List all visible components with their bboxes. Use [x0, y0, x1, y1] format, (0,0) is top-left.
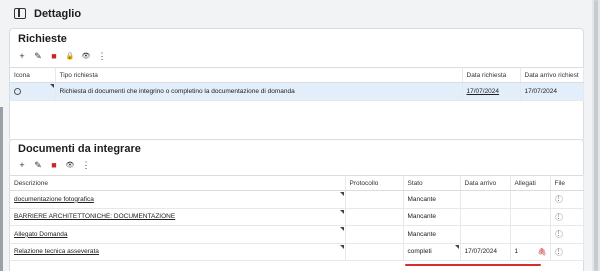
more-vert-icon[interactable]: ⋮ [554, 247, 563, 256]
highlight-underline [405, 264, 541, 266]
more-vert-icon[interactable]: ⋮ [554, 212, 563, 221]
stato-cell[interactable]: completi [403, 243, 461, 261]
side-panel-icon[interactable] [14, 8, 26, 19]
richieste-panel: Richieste + ✎ ■ 🔒 👁 ⋮ Icona Tipo richies… [9, 28, 584, 142]
plus-icon[interactable]: + [16, 50, 28, 62]
more-vert-icon[interactable]: ⋮ [554, 230, 563, 239]
descrizione-cell[interactable]: BARRIERE ARCHITETTONICHE: DOCUMENTAZIONE [10, 208, 346, 226]
col-tipo-richiesta[interactable]: Tipo richiesta [55, 67, 463, 83]
pencil-icon[interactable]: ✎ [32, 50, 44, 62]
paperclip-icon[interactable]: 🖇 [538, 248, 547, 256]
data-arrivo-cell[interactable] [460, 190, 511, 209]
trash-icon[interactable]: ■ [48, 159, 60, 171]
col-data-richiesta[interactable]: Data richiesta [462, 67, 521, 83]
col-data-arrivo[interactable]: Data arrivo [460, 175, 511, 191]
more-vert-icon[interactable]: ⋮ [96, 50, 108, 62]
col-allegati[interactable]: Allegati [510, 175, 551, 191]
data-richiesta-cell[interactable]: 17/07/2024 [462, 82, 521, 101]
descrizione-cell[interactable]: Relazione tecnica asseverata [10, 243, 346, 261]
stato-cell[interactable]: Mancante [403, 225, 461, 244]
more-vert-icon[interactable]: ⋮ [80, 159, 92, 171]
data-arrivo-cell[interactable] [460, 225, 511, 244]
left-edge-bar [0, 107, 3, 271]
file-cell[interactable]: ⋮ [550, 208, 584, 226]
file-cell[interactable]: ⋮ [550, 190, 584, 209]
trash-icon[interactable]: ■ [48, 50, 60, 62]
documenti-toolbar: + ✎ ■ 👁 ⋮ [16, 158, 92, 172]
protocollo-cell[interactable] [345, 243, 404, 261]
protocollo-cell[interactable] [345, 225, 404, 244]
table-row[interactable]: Allegato Domanda Mancante ⋮ [10, 225, 584, 244]
page-title: Dettaglio [34, 8, 82, 20]
icona-cell[interactable] [10, 82, 56, 101]
protocollo-cell[interactable] [345, 208, 404, 226]
pencil-icon[interactable]: ✎ [32, 159, 44, 171]
data-arrivo-cell[interactable] [460, 208, 511, 226]
richieste-title: Richieste [18, 33, 67, 45]
detail-header: Dettaglio [0, 0, 600, 28]
eye-icon[interactable]: 👁 [80, 50, 92, 62]
table-row[interactable]: documentazione fotografica Mancante ⋮ [10, 190, 584, 209]
data-arrivo-cell[interactable]: 17/07/2024 [520, 82, 584, 101]
file-cell[interactable]: ⋮ [550, 225, 584, 244]
more-vert-icon[interactable]: ⋮ [554, 195, 563, 204]
documenti-table: Descrizione Protocollo Stato Data arrivo… [10, 175, 584, 261]
col-descrizione[interactable]: Descrizione [10, 175, 346, 191]
richieste-table: Icona Tipo richiesta Data richiesta Data… [10, 67, 584, 101]
allegati-count: 1 [514, 248, 519, 256]
scrollbar-thumb[interactable] [594, 0, 598, 271]
table-row[interactable]: BARRIERE ARCHITETTONICHE: DOCUMENTAZIONE… [10, 208, 584, 226]
data-arrivo-cell[interactable]: 17/07/2024 [460, 243, 511, 261]
col-file[interactable]: File [550, 175, 584, 191]
file-cell[interactable]: ⋮ [550, 243, 584, 261]
allegati-cell[interactable] [510, 190, 551, 209]
col-protocollo[interactable]: Protocollo [345, 175, 404, 191]
plus-icon[interactable]: + [16, 159, 28, 171]
descrizione-cell[interactable]: Allegato Domanda [10, 225, 346, 244]
allegati-cell[interactable] [510, 208, 551, 226]
vertical-scrollbar[interactable] [592, 0, 600, 271]
documenti-panel: Documenti da integrare + ✎ ■ 👁 ⋮ Descriz… [9, 139, 584, 271]
col-icona[interactable]: Icona [10, 67, 56, 83]
tipo-cell[interactable]: Richiesta di documenti che integrino o c… [55, 82, 463, 101]
table-row[interactable]: Relazione tecnica asseverata completi 17… [10, 243, 584, 261]
stato-cell[interactable]: Mancante [403, 208, 461, 226]
protocollo-cell[interactable] [345, 190, 404, 209]
eye-icon[interactable]: 👁 [64, 159, 76, 171]
allegati-cell[interactable]: 1 🖇 [510, 243, 551, 261]
stato-cell[interactable]: Mancante [403, 190, 461, 209]
radio-icon[interactable] [14, 87, 21, 95]
table-row[interactable]: Richiesta di documenti che integrino o c… [10, 82, 584, 101]
col-data-arrivo-richiesta[interactable]: Data arrivo richiest [520, 67, 584, 83]
richieste-toolbar: + ✎ ■ 🔒 👁 ⋮ [16, 49, 108, 63]
documenti-title: Documenti da integrare [18, 143, 141, 155]
col-stato[interactable]: Stato [403, 175, 461, 191]
allegati-cell[interactable] [510, 225, 551, 244]
descrizione-cell[interactable]: documentazione fotografica [10, 190, 346, 209]
lock-icon[interactable]: 🔒 [64, 50, 76, 62]
